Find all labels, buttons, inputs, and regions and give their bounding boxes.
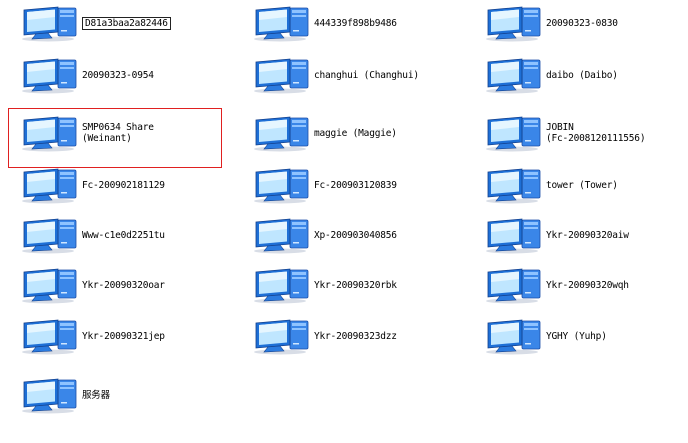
network-computer-item[interactable]: daibo (Daibo) [482, 56, 618, 94]
network-computer-item[interactable]: Ykr-20090320aiw [482, 216, 629, 254]
network-computer-icon [18, 216, 80, 254]
network-computer-item[interactable]: Xp-200903040856 [250, 216, 397, 254]
network-computer-icon [250, 317, 312, 355]
computer-name-label: Ykr-20090320oar [82, 279, 165, 291]
computer-name-label: 20090323-0954 [82, 69, 154, 81]
computer-name-label: Ykr-20090321jep [82, 330, 165, 342]
computer-name-label: YGHY (Yuhp) [546, 330, 607, 342]
network-computer-icon [18, 4, 80, 42]
network-computer-icon [482, 216, 544, 254]
network-computer-icon [482, 166, 544, 204]
network-computer-item[interactable]: Fc-200902181129 [18, 166, 165, 204]
network-computer-item[interactable]: 444339f898b9486 [250, 4, 397, 42]
computer-name-label: JOBIN (Fc-2008120111556) [546, 122, 646, 144]
network-computer-item[interactable]: Ykr-20090321jep [18, 317, 165, 355]
network-computer-icon [250, 266, 312, 304]
selection-highlight-box [8, 108, 222, 168]
computer-name-label: changhui (Changhui) [314, 69, 419, 81]
network-computer-item[interactable]: Www-c1e0d2251tu [18, 216, 165, 254]
network-computer-icon [250, 216, 312, 254]
network-computer-item[interactable]: Fc-200903120839 [250, 166, 397, 204]
network-computer-icon [18, 376, 80, 414]
network-computer-icon [482, 317, 544, 355]
network-computer-icon [482, 114, 544, 152]
network-computer-item[interactable]: Ykr-20090320rbk [250, 266, 397, 304]
network-computer-item[interactable]: D81a3baa2a82446 [18, 4, 171, 42]
network-computer-icon [250, 166, 312, 204]
computer-name-label: 服务器 [82, 389, 110, 401]
computer-name-label: maggie (Maggie) [314, 127, 397, 139]
network-computer-item[interactable]: YGHY (Yuhp) [482, 317, 607, 355]
computer-name-label: Ykr-20090320aiw [546, 229, 629, 241]
network-computer-icon [250, 114, 312, 152]
computer-name-label: 20090323-0830 [546, 17, 618, 29]
network-computer-item[interactable]: Ykr-20090320oar [18, 266, 165, 304]
computer-name-label: Xp-200903040856 [314, 229, 397, 241]
computer-name-label: Www-c1e0d2251tu [82, 229, 165, 241]
network-computer-icon [18, 317, 80, 355]
network-computer-item[interactable]: JOBIN (Fc-2008120111556) [482, 114, 646, 152]
computer-name-label: Ykr-20090320rbk [314, 279, 397, 291]
computer-name-label: daibo (Daibo) [546, 69, 618, 81]
network-computer-item[interactable]: changhui (Changhui) [250, 56, 419, 94]
computer-name-label: Fc-200902181129 [82, 179, 165, 191]
network-computer-icon [482, 56, 544, 94]
network-computer-item[interactable]: 20090323-0830 [482, 4, 618, 42]
computer-name-label: 444339f898b9486 [314, 17, 397, 29]
network-computer-icon [250, 4, 312, 42]
network-computer-icon [482, 4, 544, 42]
network-computer-item[interactable]: Ykr-20090323dzz [250, 317, 397, 355]
computer-name-label: tower (Tower) [546, 179, 618, 191]
network-computer-item[interactable]: 服务器 [18, 376, 110, 414]
network-computer-item[interactable]: maggie (Maggie) [250, 114, 397, 152]
computer-name-label: Fc-200903120839 [314, 179, 397, 191]
network-computer-icon [250, 56, 312, 94]
network-computer-icon [18, 166, 80, 204]
network-computer-icon [18, 266, 80, 304]
network-computer-item[interactable]: Ykr-20090320wqh [482, 266, 629, 304]
network-computer-item[interactable]: 20090323-0954 [18, 56, 154, 94]
computer-name-label: D81a3baa2a82446 [82, 16, 171, 30]
network-computer-list: D81a3baa2a82446 444339f898b9486 20090323… [0, 0, 688, 443]
computer-name-label: Ykr-20090323dzz [314, 330, 397, 342]
network-computer-item[interactable]: tower (Tower) [482, 166, 618, 204]
network-computer-icon [482, 266, 544, 304]
computer-name-label: Ykr-20090320wqh [546, 279, 629, 291]
network-computer-icon [18, 56, 80, 94]
